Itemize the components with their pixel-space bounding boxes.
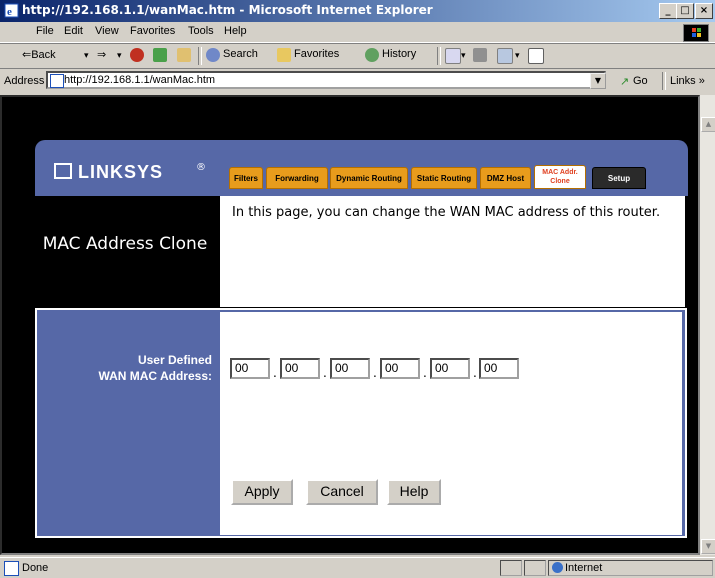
mac-label-line2: WAN MAC Address: — [98, 369, 212, 383]
mac-label-line1: User Defined — [137, 353, 212, 367]
page-icon — [50, 74, 64, 88]
search-button[interactable]: Search — [223, 48, 258, 60]
linksys-logo-icon — [54, 163, 72, 179]
maximize-button[interactable]: □ — [676, 3, 694, 19]
tab-setup[interactable]: Setup — [592, 167, 646, 189]
menu-file[interactable]: File — [36, 25, 54, 37]
window-title: http://192.168.1.1/wanMac.htm - Microsof… — [22, 3, 433, 17]
octet-separator: . — [273, 366, 277, 380]
forward-dropdown-icon[interactable]: ▾ — [117, 50, 122, 61]
back-dropdown-icon[interactable]: ▾ — [84, 50, 89, 61]
menu-edit[interactable]: Edit — [64, 25, 83, 37]
title-bar: e http://192.168.1.1/wanMac.htm - Micros… — [0, 0, 715, 22]
menu-bar: File Edit View Favorites Tools Help — [0, 22, 715, 43]
mac-octet-6[interactable]: 00 — [479, 358, 519, 379]
page-title: MAC Address Clone — [42, 234, 208, 254]
vertical-scrollbar[interactable] — [700, 95, 715, 555]
close-button[interactable]: × — [695, 3, 713, 19]
stop-icon[interactable] — [130, 48, 144, 62]
scroll-down-icon[interactable]: ▼ — [701, 539, 715, 554]
cancel-button[interactable]: Cancel — [306, 479, 378, 505]
help-button[interactable]: Help — [387, 479, 441, 505]
discuss-icon[interactable] — [528, 48, 544, 64]
mac-octet-4[interactable]: 00 — [380, 358, 420, 379]
history-icon[interactable] — [365, 48, 379, 62]
mac-octet-1[interactable]: 00 — [230, 358, 270, 379]
favorites-icon[interactable] — [277, 48, 291, 62]
description-text: In this page, you can change the WAN MAC… — [232, 205, 661, 220]
back-button[interactable]: ⇐Back — [22, 48, 56, 61]
tab-filters[interactable]: Filters — [229, 167, 263, 189]
menu-tools[interactable]: Tools — [188, 25, 214, 37]
edit-dropdown-icon[interactable]: ▾ — [515, 50, 520, 61]
mail-icon[interactable] — [445, 48, 461, 64]
page-done-icon — [4, 561, 19, 576]
mac-address-label: User Defined WAN MAC Address: — [70, 352, 212, 384]
status-panel — [524, 560, 546, 576]
status-text: Done — [22, 562, 49, 574]
octet-separator: . — [423, 366, 427, 380]
octet-separator: . — [473, 366, 477, 380]
linksys-logo: LINKSYS — [78, 162, 164, 182]
links-button[interactable]: Links » — [670, 75, 705, 87]
globe-icon — [552, 562, 563, 573]
registered-mark: ® — [196, 162, 206, 173]
toolbar-separator — [437, 47, 441, 65]
apply-button[interactable]: Apply — [231, 479, 293, 505]
tab-mac-addr-clone[interactable]: MAC Addr. Clone — [534, 165, 586, 189]
address-input[interactable]: http://192.168.1.1/wanMac.htm — [46, 71, 606, 89]
refresh-icon[interactable] — [153, 48, 167, 62]
edit-icon[interactable] — [497, 48, 513, 64]
menu-help[interactable]: Help — [224, 25, 247, 37]
address-separator — [662, 72, 666, 90]
status-panel — [500, 560, 522, 576]
tab-dmz-host[interactable]: DMZ Host — [480, 167, 531, 189]
menu-view[interactable]: View — [95, 25, 119, 37]
address-dropdown-icon[interactable]: ▼ — [590, 73, 606, 89]
mail-dropdown-icon[interactable]: ▾ — [461, 50, 466, 61]
favorites-button[interactable]: Favorites — [294, 48, 339, 60]
status-bar: Done Internet — [0, 557, 715, 578]
address-label: Address — [4, 75, 45, 87]
search-icon[interactable] — [206, 48, 220, 62]
home-icon[interactable] — [177, 48, 191, 62]
address-bar: Address http://192.168.1.1/wanMac.htm ▼ … — [0, 68, 715, 93]
toolbar: ⇐Back ▾ ⇒ ▾ Search Favorites History ▾ ▾ — [0, 43, 715, 69]
svg-text:e: e — [7, 6, 12, 18]
toolbar-separator — [198, 47, 202, 65]
octet-separator: . — [323, 366, 327, 380]
ie-icon: e — [4, 3, 19, 18]
tab-static-routing[interactable]: Static Routing — [411, 167, 477, 189]
mac-octet-3[interactable]: 00 — [330, 358, 370, 379]
address-url[interactable]: http://192.168.1.1/wanMac.htm — [64, 74, 215, 86]
go-arrow-icon[interactable]: ↗ — [620, 75, 629, 88]
mac-octet-2[interactable]: 00 — [280, 358, 320, 379]
forward-button[interactable]: ⇒ — [97, 48, 106, 61]
security-zone: Internet — [565, 562, 603, 574]
print-icon[interactable] — [473, 48, 487, 62]
history-button[interactable]: History — [382, 48, 416, 60]
menu-favorites[interactable]: Favorites — [130, 25, 175, 37]
mac-octet-5[interactable]: 00 — [430, 358, 470, 379]
windows-logo-icon — [683, 24, 709, 42]
octet-separator: . — [373, 366, 377, 380]
go-button[interactable]: Go — [633, 75, 648, 87]
minimize-button[interactable]: _ — [659, 3, 677, 19]
tab-forwarding[interactable]: Forwarding — [266, 167, 328, 189]
scroll-up-icon[interactable]: ▲ — [701, 117, 715, 132]
tab-dynamic-routing[interactable]: Dynamic Routing — [330, 167, 408, 189]
